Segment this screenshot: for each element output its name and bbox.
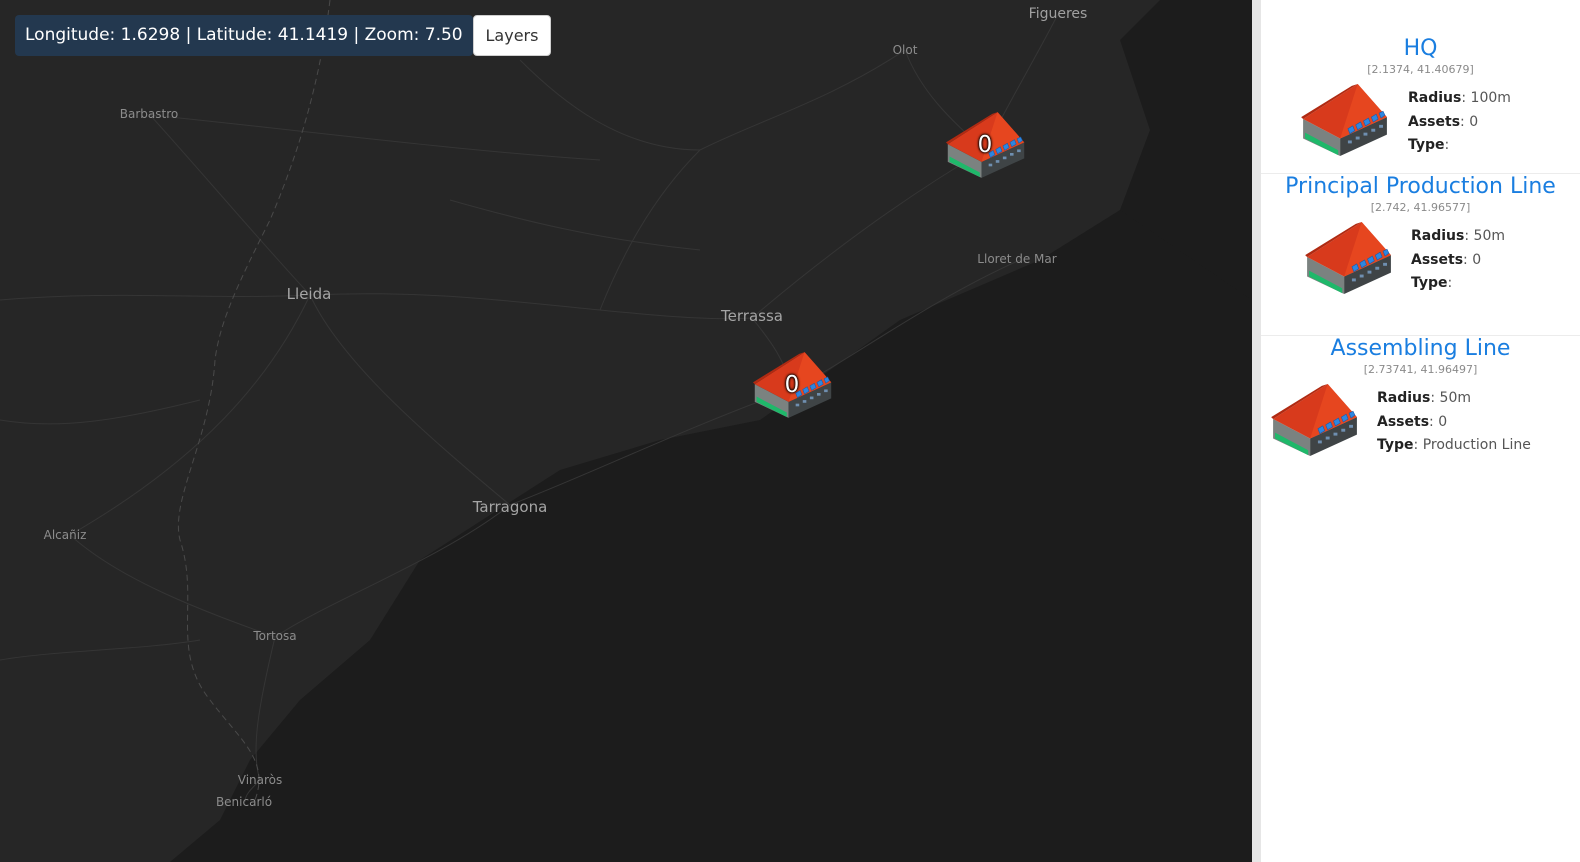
site-card[interactable]: Assembling Line [2.73741, 41.96497] Radi… [1261,336,1580,476]
layers-button[interactable]: Layers [473,15,551,56]
site-properties: Radius: 100m Assets: 0 Type: [1408,90,1511,153]
city-label: Tortosa [253,629,297,643]
prop-label: Type [1408,137,1445,153]
city-label: Lloret de Mar [977,252,1057,266]
site-properties: Radius: 50m Assets: 0 Type: [1411,228,1505,291]
prop-label: Radius [1408,90,1462,106]
factory-icon [1301,82,1389,158]
prop-label: Assets [1377,413,1430,430]
sites-sidebar: HQ [2.1374, 41.40679] Radius: 100m Asset… [1261,0,1580,862]
assets-value: 0 [1472,251,1482,268]
site-title[interactable]: Assembling Line [1261,336,1580,361]
city-label: Benicarló [215,795,273,809]
basemap [0,0,1252,862]
site-marker[interactable]: 0 [946,110,1026,180]
radius-value: 50m [1473,228,1505,244]
city-label: Figueres [1028,6,1088,22]
site-title[interactable]: HQ [1261,36,1580,61]
prop-label: Radius [1377,390,1431,406]
prop-label: Assets [1408,113,1461,130]
radius-value: 100m [1470,90,1511,106]
marker-asset-count: 0 [977,132,993,158]
type-value: Production Line [1422,437,1531,453]
sidebar-divider [1252,0,1261,862]
city-label: Tarragona [472,498,548,516]
city-label: Barbastro [119,107,179,121]
site-properties: Radius: 50m Assets: 0 Type: Production L… [1377,390,1531,453]
site-coordinates: [2.1374, 41.40679] [1367,63,1474,76]
radius-value: 50m [1439,390,1471,406]
factory-icon [1271,382,1359,458]
city-label: Lleida [286,285,332,303]
city-label: Olot [892,43,918,57]
site-title[interactable]: Principal Production Line [1261,174,1580,199]
assets-value: 0 [1469,113,1479,130]
map-canvas[interactable]: Figueres Olot Barbastro Lleida Terrassa … [0,0,1252,862]
site-card[interactable]: Principal Production Line [2.742, 41.965… [1261,174,1580,336]
site-coordinates: [2.742, 41.96577] [1370,201,1471,214]
city-label: Vinaròs [237,773,283,787]
prop-label: Assets [1411,251,1464,268]
site-coordinates: [2.73741, 41.96497] [1363,363,1478,376]
coordinates-display: Longitude: 1.6298 | Latitude: 41.1419 | … [15,15,473,56]
prop-label: Type [1411,275,1448,291]
factory-icon [1305,220,1393,296]
assets-value: 0 [1438,413,1448,430]
site-marker[interactable]: 0 [753,350,833,420]
marker-asset-count: 0 [784,372,800,398]
prop-label: Radius [1411,228,1465,244]
city-label: Terrassa [721,307,783,325]
site-card[interactable]: HQ [2.1374, 41.40679] Radius: 100m Asset… [1261,0,1580,174]
prop-label: Type [1377,437,1414,453]
city-label: Alcañiz [43,528,87,542]
